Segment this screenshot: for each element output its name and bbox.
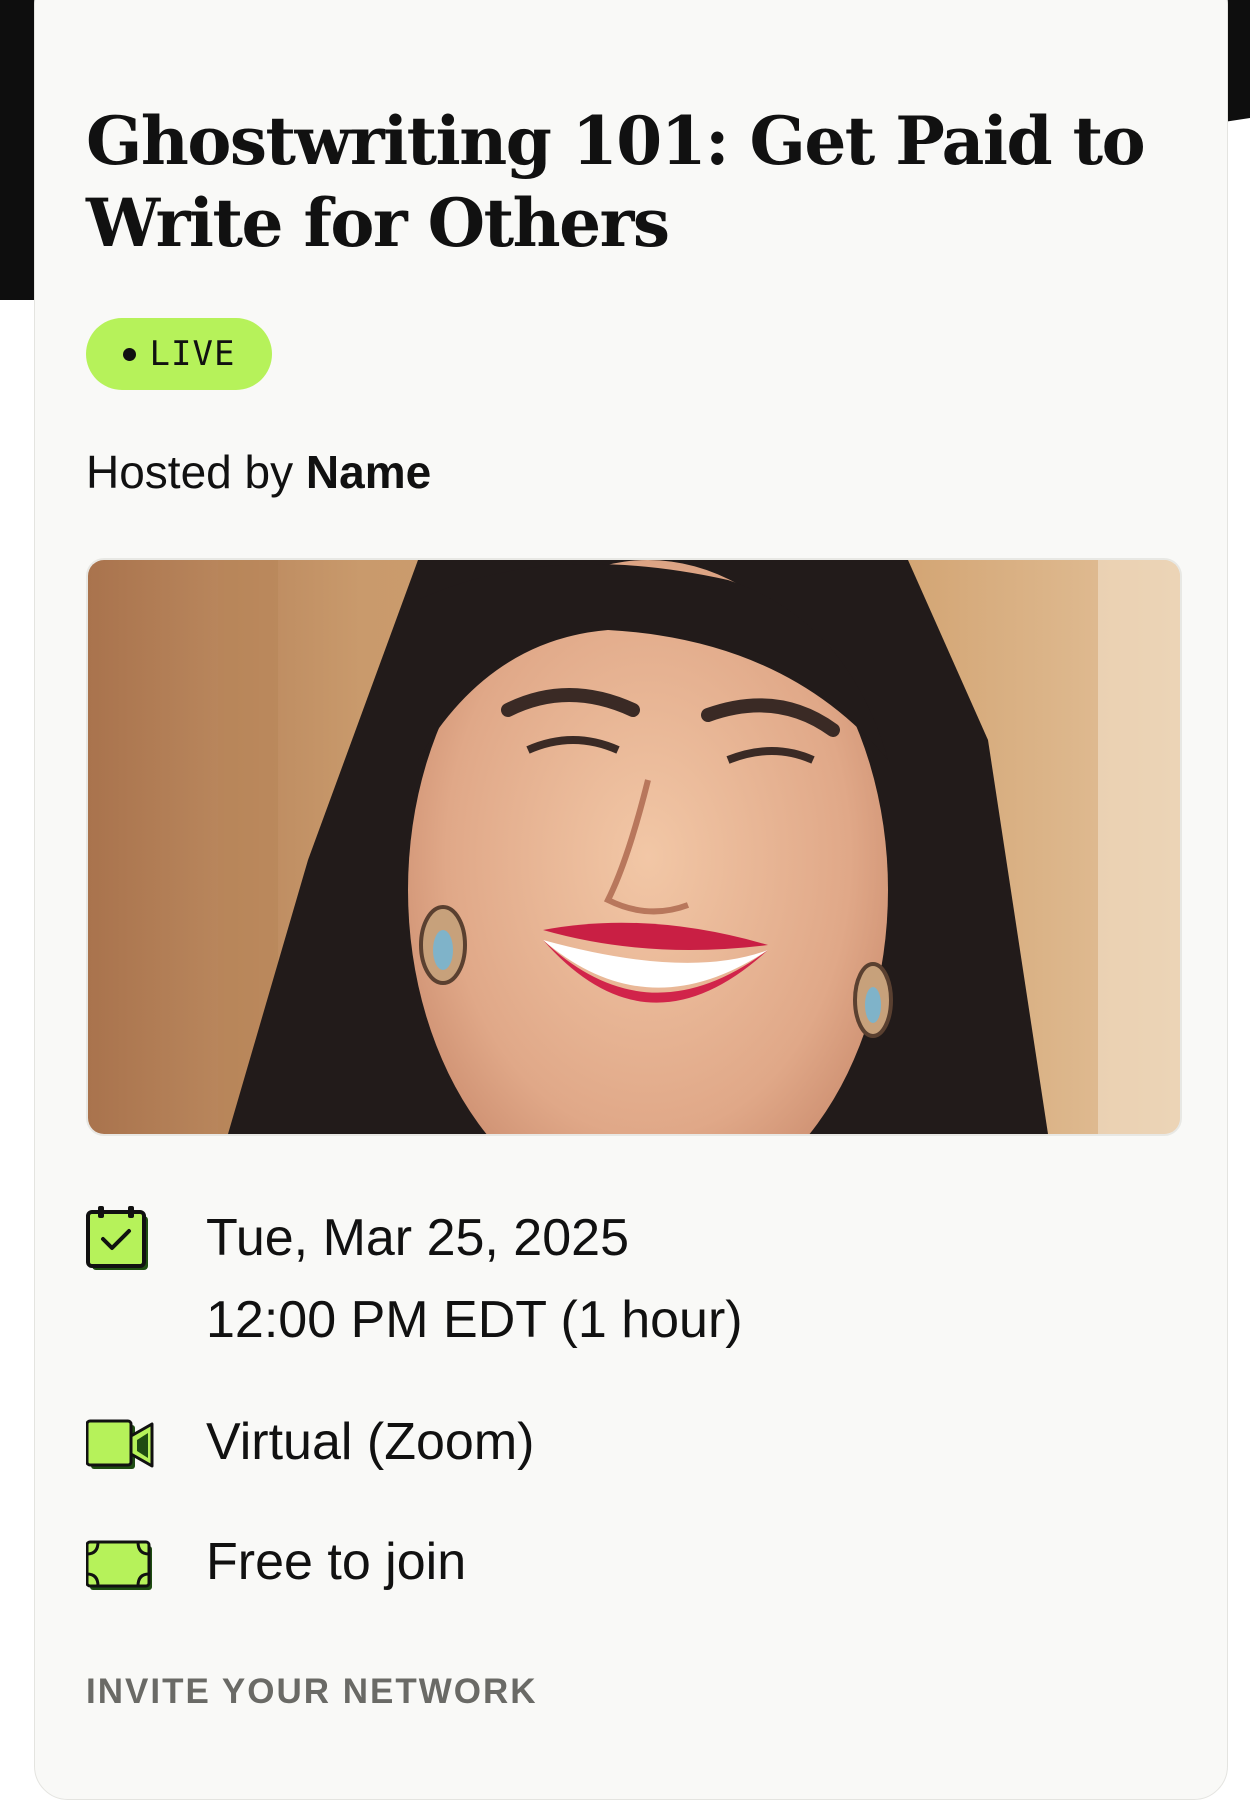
hosted-by-line: Hosted by Name (86, 445, 431, 499)
ticket-icon (85, 1540, 154, 1592)
event-time: 12:00 PM EDT (1 hour) (206, 1291, 743, 1349)
host-name[interactable]: Name (306, 446, 431, 498)
event-date: Tue, Mar 25, 2025 (206, 1209, 629, 1267)
hosted-by-prefix: Hosted by (86, 446, 294, 498)
event-title: Ghostwriting 101: Get Paid to Write for … (86, 102, 1146, 262)
live-status-badge: LIVE (86, 318, 272, 390)
video-camera-icon (85, 1418, 154, 1472)
live-badge-label: LIVE (149, 334, 236, 374)
event-location: Virtual (Zoom) (206, 1413, 535, 1471)
calendar-check-icon (86, 1206, 152, 1274)
invite-network-heading: INVITE YOUR NETWORK (86, 1672, 538, 1711)
event-price: Free to join (206, 1533, 467, 1591)
live-dot-icon (122, 347, 136, 361)
host-photo (86, 558, 1182, 1136)
